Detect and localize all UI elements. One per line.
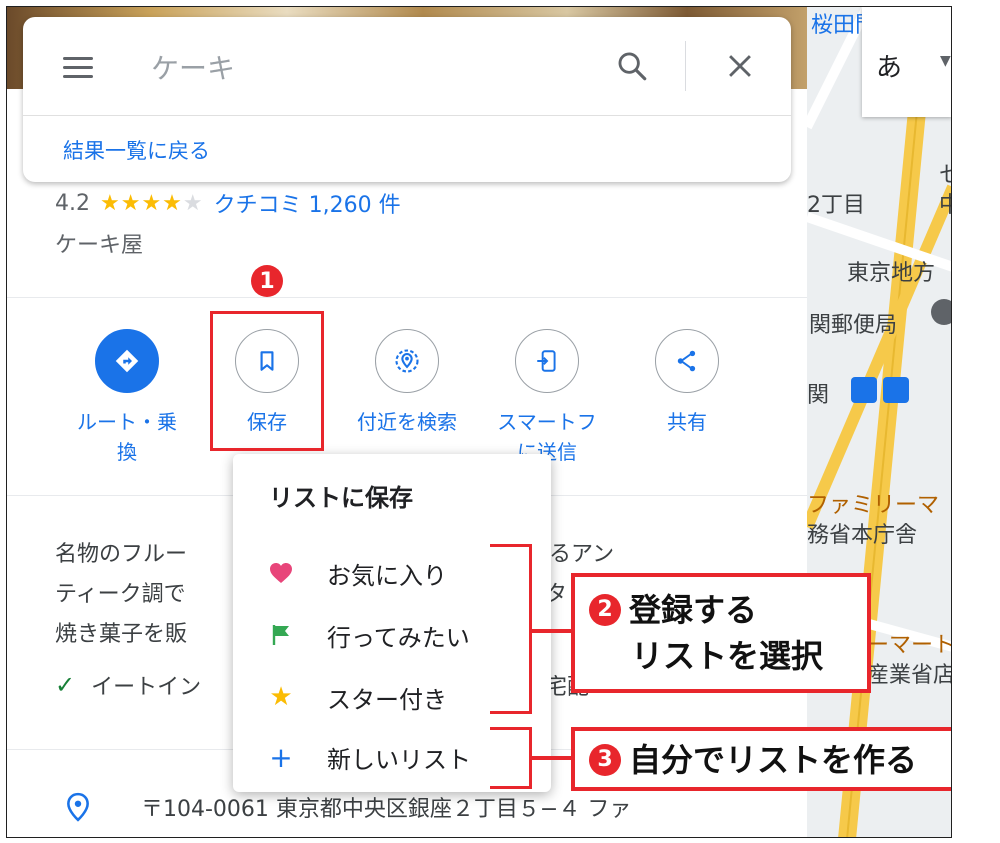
rating-value: 4.2 [55, 190, 90, 216]
search-divider [685, 41, 686, 91]
address-row[interactable]: 〒104-0061 東京都中央区銀座２丁目５−４ ファ [65, 791, 631, 823]
share-button[interactable]: 共有 [617, 329, 757, 437]
map-view[interactable]: 桜田門 あ ▼ 2丁目 セ 中 東京地方 関郵便局 関 ファミリーマ 務省本庁舎… [807, 7, 952, 837]
directions-button[interactable]: ルート・乗換 [57, 329, 197, 467]
nearby-search-button[interactable]: 付近を検索 [337, 329, 477, 437]
callout-2-line-1: 登録する [629, 591, 758, 629]
map-label-kasumigaseki: 関 [807, 383, 830, 408]
share-icon [655, 329, 719, 393]
annotation-badge-2: 2 [589, 594, 621, 626]
map-label-familymart: ファミリーマ [807, 493, 940, 518]
desc-line-1a: 名物のフルー [55, 542, 188, 567]
map-label-mart2: ーマート [867, 633, 952, 658]
phone-send-icon [515, 329, 579, 393]
address-text: 〒104-0061 東京都中央区銀座２丁目５−４ ファ [141, 797, 632, 822]
place-panel: ケーキ 結果一覧に戻る 4.2 ★★★★★ クチコミ 1,260 件 ケーキ屋 [7, 7, 807, 837]
search-bar: ケーキ [23, 17, 791, 116]
desc-line-2a: ティーク調で [55, 582, 186, 607]
search-input[interactable]: ケーキ [151, 47, 235, 87]
list-label-new-list: 新しいリスト [327, 745, 471, 774]
train-station-icon[interactable] [851, 377, 877, 403]
close-icon[interactable] [723, 49, 757, 83]
rating-stars: ★★★★★ [100, 191, 204, 216]
screenshot-frame: 桜田門 あ ▼ 2丁目 セ 中 東京地方 関郵便局 関 ファミリーマ 務省本庁舎… [6, 6, 952, 838]
annotation-box-save [210, 311, 324, 451]
nearby-icon [375, 329, 439, 393]
share-label: 共有 [667, 410, 707, 434]
annotation-bracket-lists [490, 544, 532, 714]
map-label-sangyo: 産業省店 [867, 663, 952, 688]
callout-3-text: 自分でリストを作る [629, 741, 918, 779]
annotation-leader-3 [532, 756, 574, 760]
post-office-icon[interactable] [931, 299, 951, 325]
annotation-badge-1: 1 [251, 265, 283, 297]
list-label-want-to-go: 行ってみたい [327, 623, 470, 652]
map-label-tokyo-chiho: 東京地方 [847, 261, 936, 286]
search-icon[interactable] [615, 49, 649, 83]
divider [7, 297, 807, 298]
filled-stars: ★★★★ [100, 190, 183, 216]
map-label-ministry: 務省本庁舎 [807, 523, 918, 548]
annotation-callout-3: 3 自分でリストを作る [571, 727, 951, 791]
annotation-callout-2: 2 登録する リストを選択 [571, 573, 871, 693]
feature-dine-in: イートイン [91, 675, 202, 700]
menu-title: リストに保存 [269, 484, 413, 512]
list-label-starred: スター付き [327, 685, 447, 714]
callout-2-line-2: リストを選択 [631, 637, 824, 675]
map-label-2chome: 2丁目 [807, 193, 865, 218]
plus-icon: + [269, 740, 293, 774]
flag-icon [272, 625, 289, 645]
map-label-naka: 中 [939, 187, 951, 219]
send-label-1: スマートフ [497, 410, 597, 434]
search-card: ケーキ 結果一覧に戻る [23, 17, 791, 182]
heart-icon [270, 563, 292, 583]
rating-row: 4.2 ★★★★★ クチコミ 1,260 件 [55, 187, 401, 219]
menu-icon[interactable] [63, 57, 93, 79]
map-roads [807, 7, 951, 837]
star-icon: ★ [269, 682, 293, 712]
send-to-phone-button[interactable]: スマートフ に送信 [477, 329, 617, 467]
list-label-favorites: お気に入り [327, 561, 447, 590]
ime-label: あ [876, 53, 903, 83]
metro-icon[interactable] [883, 377, 909, 403]
nearby-label: 付近を検索 [357, 410, 457, 434]
empty-star: ★ [182, 190, 204, 216]
map-label-post-office: 関郵便局 [809, 313, 898, 338]
annotation-badge-3: 3 [589, 744, 621, 776]
reviews-link[interactable]: クチコミ 1,260 件 [214, 187, 401, 219]
location-pin-icon [67, 792, 89, 822]
back-to-results-link[interactable]: 結果一覧に戻る [63, 135, 210, 165]
annotation-bracket-new-list [490, 727, 532, 789]
directions-icon [95, 329, 159, 393]
ime-indicator[interactable]: あ ▼ [862, 7, 951, 117]
feature-row: ✓ イートイン 宅配 [55, 669, 589, 701]
directions-label-2: 換 [117, 440, 137, 464]
place-category[interactable]: ケーキ屋 [55, 227, 143, 259]
check-icon: ✓ [55, 671, 76, 699]
chevron-down-icon: ▼ [940, 53, 951, 69]
directions-label-1: ルート・乗 [77, 410, 177, 434]
desc-line-3a: 焼き菓子を販 [55, 622, 188, 647]
annotation-leader-2 [532, 629, 574, 633]
map-label-se: セ [939, 157, 951, 189]
